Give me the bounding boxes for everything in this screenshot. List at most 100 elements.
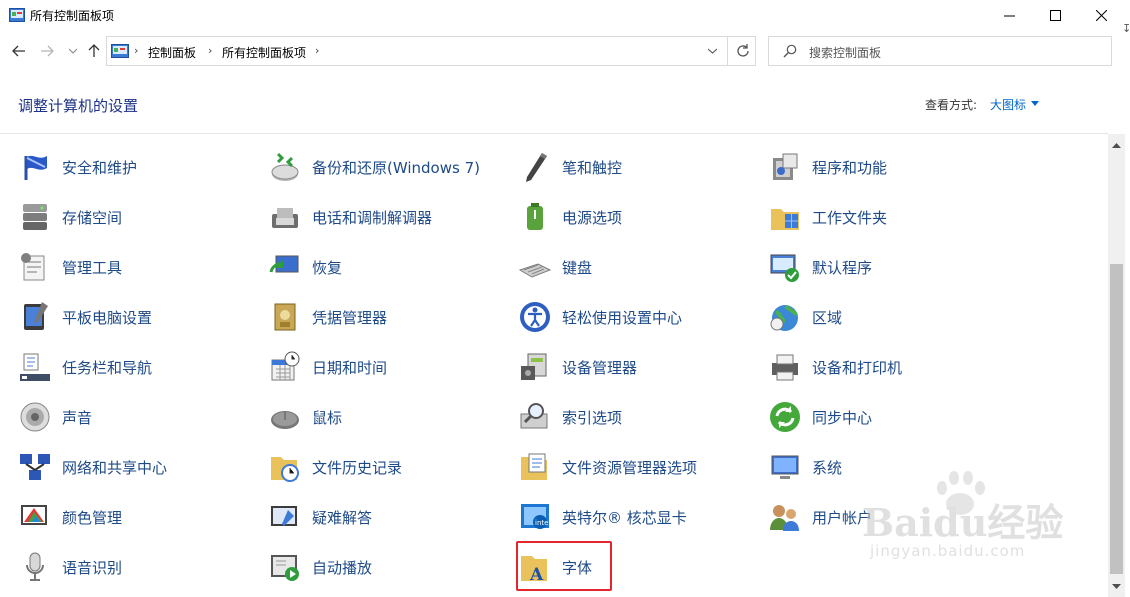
indexing-icon — [520, 403, 548, 429]
users-icon — [770, 505, 799, 531]
control-panel-item[interactable]: 任务栏和导航 — [18, 347, 152, 387]
baidu-watermark: Baidu经验 jingyan.baidu.com — [862, 470, 1092, 580]
control-panel-item[interactable]: 安全和维护 — [18, 147, 137, 187]
view-by-label: 查看方式: — [925, 98, 978, 112]
item-label: 索引选项 — [562, 408, 623, 427]
item-label: 电源选项 — [562, 208, 623, 227]
breadcrumb-separator-icon[interactable]: › — [208, 44, 212, 57]
ease-of-access-icon — [520, 302, 550, 332]
address-history-button[interactable] — [703, 42, 721, 60]
maximize-icon — [1049, 10, 1061, 21]
control-panel-item[interactable]: 声音 — [18, 397, 92, 437]
programs-icon — [773, 153, 798, 180]
maximize-button[interactable] — [1032, 0, 1078, 31]
item-label: 日期和时间 — [312, 358, 388, 377]
address-bar[interactable]: › 控制面板 › 所有控制面板项 › — [106, 36, 756, 66]
control-panel-item[interactable]: 文件资源管理器选项 — [518, 447, 697, 487]
breadcrumb-control-panel[interactable]: 控制面板 — [148, 44, 196, 61]
backup-icon — [271, 152, 299, 181]
divider — [727, 37, 728, 65]
item-label: 文件资源管理器选项 — [562, 458, 698, 477]
item-label: 电话和调制解调器 — [312, 208, 433, 227]
item-label: 系统 — [812, 458, 843, 477]
scroll-down-button[interactable] — [1108, 578, 1125, 595]
chevron-down-icon — [69, 48, 77, 54]
item-label: 恢复 — [312, 258, 343, 277]
scroll-up-button[interactable] — [1108, 136, 1125, 153]
caret-down-icon[interactable] — [1031, 101, 1039, 106]
control-panel-item[interactable]: 语音识别 — [18, 547, 122, 587]
control-panel-item[interactable]: 电源选项 — [518, 197, 622, 237]
control-panel-item[interactable]: 轻松使用设置中心 — [518, 297, 682, 337]
control-panel-item[interactable]: 键盘 — [518, 247, 592, 287]
control-panel-item[interactable]: intel 英特尔® 核芯显卡 — [518, 497, 687, 537]
vertical-scrollbar[interactable] — [1108, 134, 1125, 597]
control-panel-item[interactable]: 网络和共享中心 — [18, 447, 167, 487]
refresh-icon[interactable] — [735, 43, 751, 59]
control-panel-item[interactable]: 索引选项 — [518, 397, 622, 437]
control-panel-item[interactable]: 默认程序 — [768, 247, 872, 287]
view-by-dropdown[interactable]: 大图标 — [990, 96, 1026, 113]
item-label: 设备和打印机 — [812, 358, 903, 377]
breadcrumb-separator-icon[interactable]: › — [134, 44, 138, 57]
minimize-button[interactable] — [986, 0, 1032, 31]
control-panel-item[interactable]: 存储空间 — [18, 197, 122, 237]
item-label: 键盘 — [562, 258, 593, 277]
breadcrumb-all-items[interactable]: 所有控制面板项 — [222, 44, 306, 61]
edge-glyph: ↧ — [1122, 22, 1130, 35]
control-panel-item[interactable]: 自动播放 — [268, 547, 372, 587]
troubleshoot-icon — [271, 506, 297, 526]
control-panel-item[interactable]: 程序和功能 — [768, 147, 887, 187]
highlight-box — [516, 541, 612, 591]
control-panel-item[interactable]: 凭据管理器 — [268, 297, 387, 337]
control-panel-item[interactable]: 用户帐户 — [768, 497, 872, 537]
control-panel-item[interactable]: 颜色管理 — [18, 497, 122, 537]
control-panel-item[interactable]: 平板电脑设置 — [18, 297, 152, 337]
control-panel-icon — [9, 8, 25, 22]
intel-graphics-icon: intel — [521, 504, 550, 529]
printer-icon — [772, 354, 798, 381]
close-button[interactable] — [1078, 0, 1124, 31]
control-panel-item[interactable]: 同步中心 — [768, 397, 872, 437]
item-label: 默认程序 — [812, 258, 873, 277]
forward-button[interactable] — [38, 42, 56, 60]
control-panel-item[interactable]: 电话和调制解调器 — [268, 197, 432, 237]
arrow-down-icon — [1112, 583, 1121, 589]
control-panel-item[interactable]: 恢复 — [268, 247, 342, 287]
arrow-up-icon — [1112, 142, 1121, 148]
control-panel-item[interactable]: 日期和时间 — [268, 347, 387, 387]
control-panel-item[interactable]: 鼠标 — [268, 397, 342, 437]
item-label: 凭据管理器 — [312, 308, 388, 327]
item-label: 程序和功能 — [812, 158, 888, 177]
explorer-options-icon — [521, 453, 547, 480]
control-panel-item[interactable]: 文件历史记录 — [268, 447, 402, 487]
navigation-bar: › 控制面板 › 所有控制面板项 › 搜索控制面板 — [0, 31, 1130, 73]
control-panel-item[interactable]: 工作文件夹 — [768, 197, 887, 237]
device-manager-icon — [521, 353, 547, 380]
search-input[interactable]: 搜索控制面板 — [809, 44, 881, 61]
control-panel-item[interactable]: 设备管理器 — [518, 347, 637, 387]
control-panel-item[interactable]: 系统 — [768, 447, 842, 487]
breadcrumb-separator-icon[interactable]: › — [315, 44, 319, 57]
recent-locations-button[interactable] — [64, 42, 82, 60]
item-label: 区域 — [812, 308, 843, 327]
control-panel-item[interactable]: 笔和触控 — [518, 147, 622, 187]
default-programs-icon — [770, 254, 799, 282]
search-icon — [783, 44, 797, 58]
control-panel-item[interactable]: 备份和还原(Windows 7) — [268, 147, 480, 187]
page-title: 调整计算机的设置 — [18, 97, 139, 115]
search-box[interactable]: 搜索控制面板 — [768, 36, 1112, 66]
control-panel-item[interactable]: 管理工具 — [18, 247, 122, 287]
control-panel-item[interactable]: 设备和打印机 — [768, 347, 902, 387]
flag-icon — [24, 155, 47, 180]
credential-icon — [274, 303, 296, 331]
admin-tools-icon — [21, 253, 45, 281]
control-panel-item[interactable]: 区域 — [768, 297, 842, 337]
scrollbar-thumb[interactable] — [1110, 264, 1123, 574]
item-label: 颜色管理 — [62, 508, 123, 527]
back-button[interactable] — [10, 42, 28, 60]
microphone-icon — [26, 552, 44, 581]
item-label: 轻松使用设置中心 — [562, 308, 683, 327]
control-panel-item[interactable]: 疑难解答 — [268, 497, 372, 537]
up-button[interactable] — [85, 42, 103, 60]
